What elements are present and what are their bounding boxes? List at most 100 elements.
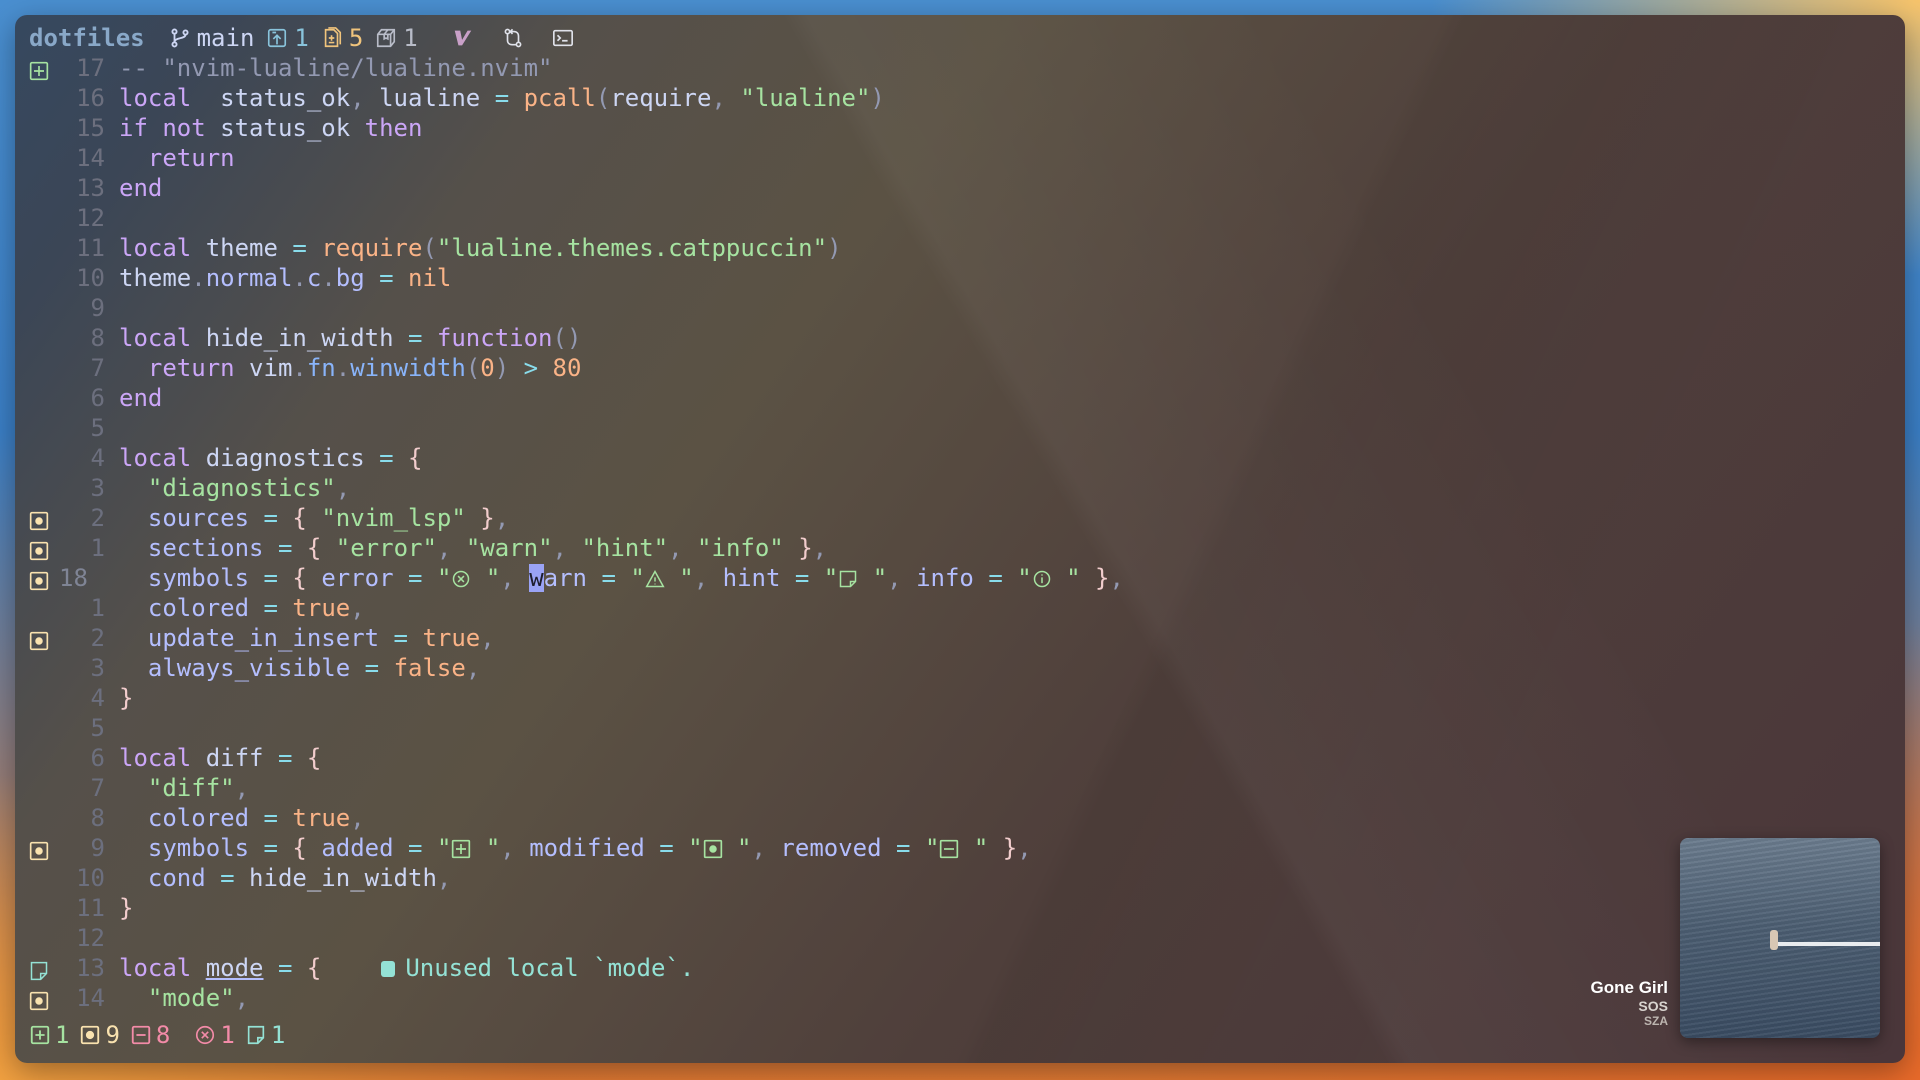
modified-sign-icon[interactable]	[29, 988, 49, 1011]
code-line[interactable]: 12	[15, 203, 1905, 233]
diagnostic-virtual-text: Unused local `mode`.	[381, 954, 694, 982]
pull-request-button[interactable]	[502, 27, 530, 49]
line-number: 11	[76, 894, 105, 922]
added-sign-icon[interactable]	[29, 58, 49, 81]
diagnostic-hints[interactable]: 1	[245, 1021, 285, 1049]
code-token: hint	[722, 564, 781, 592]
code-line[interactable]: 9	[15, 293, 1905, 323]
code-token: =	[277, 954, 293, 982]
code-line[interactable]: 8 local hide_in_width = function()	[15, 323, 1905, 353]
code-line[interactable]: 15 if not status_ok then	[15, 113, 1905, 143]
code-line[interactable]: 18 symbols = { error = " ", warn = " ", …	[15, 563, 1905, 593]
tmux-status-bar: dotfiles main 1 5 1	[29, 23, 592, 53]
code-line[interactable]: 6 local diff = {	[15, 743, 1905, 773]
code-token: =	[263, 594, 278, 622]
code-token: .	[292, 354, 307, 382]
code-token: winwidth	[350, 354, 466, 382]
code-text: always_visible = false,	[119, 653, 480, 683]
code-line[interactable]: 11 local theme = require("lualine.themes.…	[15, 233, 1905, 263]
code-token: =	[601, 564, 616, 592]
modified-count: 9	[105, 1021, 120, 1049]
code-line[interactable]: 1 colored = true,	[15, 593, 1905, 623]
terminal-window: dotfiles main 1 5 1 17 -- "nvim-lualine/l…	[15, 15, 1905, 1063]
code-line[interactable]: 4}	[15, 683, 1905, 713]
code-token: ()	[552, 324, 582, 352]
terminal-button[interactable]	[552, 27, 580, 49]
modified-sign-icon[interactable]	[29, 838, 49, 861]
hint-sign-icon[interactable]	[29, 958, 49, 981]
code-line[interactable]: 5	[15, 413, 1905, 443]
code-line[interactable]: 3 "diagnostics",	[15, 473, 1905, 503]
code-line[interactable]: 3 always_visible = false,	[15, 653, 1905, 683]
code-token: "	[471, 564, 501, 592]
line-number: 12	[76, 204, 105, 232]
code-token: end	[119, 174, 163, 202]
now-playing-widget[interactable]: Gone Girl SOS SZA	[1591, 838, 1880, 1038]
album-cover[interactable]	[1680, 838, 1880, 1038]
git-changed: 5	[321, 24, 363, 52]
line-number: 2	[90, 624, 105, 652]
code-line[interactable]: 17 -- "nvim-lualine/lualine.nvim"	[15, 53, 1905, 83]
code-line[interactable]: 13 end	[15, 173, 1905, 203]
modified-sign-icon[interactable]	[29, 508, 49, 531]
code-line[interactable]: 14 return	[15, 143, 1905, 173]
modified-sign-icon[interactable]	[29, 568, 49, 591]
code-line[interactable]: 10 theme.normal.c.bg = nil	[15, 263, 1905, 293]
code-token: "	[924, 834, 940, 862]
code-token: removed	[780, 834, 882, 862]
code-token: c	[306, 264, 322, 292]
code-token: ,	[480, 624, 495, 652]
diff-modified: 9	[79, 1021, 120, 1049]
code-line[interactable]: 7 return vim.fn.winwidth(0) > 80	[15, 353, 1905, 383]
code-token: }	[798, 534, 813, 562]
code-line[interactable]: 7 "diff",	[15, 773, 1905, 803]
code-token: =	[393, 624, 408, 652]
code-token: true	[422, 624, 481, 652]
code-token: (	[422, 234, 437, 262]
code-token: =	[263, 564, 278, 592]
code-line[interactable]: 4 local diagnostics = {	[15, 443, 1905, 473]
code-token: =	[379, 264, 394, 292]
code-line[interactable]: 8 colored = true,	[15, 803, 1905, 833]
code-token: )	[494, 354, 510, 382]
code-token: diagnostics	[191, 444, 380, 472]
error-count: 1	[220, 1021, 235, 1049]
modified-sign-icon[interactable]	[29, 628, 49, 651]
code-token: "info"	[697, 534, 784, 562]
code-line[interactable]: 16 local status_ok, lualine = pcall(requi…	[15, 83, 1905, 113]
git-branch[interactable]: main	[169, 24, 254, 52]
vim-indicator[interactable]	[452, 27, 480, 49]
line-number: 13	[76, 954, 105, 982]
code-token: "warn"	[465, 534, 553, 562]
code-token: "error"	[335, 534, 437, 562]
code-text: sections = { "error", "warn", "hint", "i…	[119, 533, 827, 563]
code-line[interactable]: 5	[15, 713, 1905, 743]
code-line[interactable]: 1 sections = { "error", "warn", "hint", …	[15, 533, 1905, 563]
code-token: local	[119, 234, 192, 262]
code-line[interactable]: 2 sources = { "nvim_lsp" },	[15, 503, 1905, 533]
modified-sign-icon[interactable]	[29, 538, 49, 561]
project-name[interactable]: dotfiles	[29, 24, 145, 52]
code-line[interactable]: 2 update_in_insert = true,	[15, 623, 1905, 653]
code-token: =	[277, 534, 293, 562]
code-token: local	[119, 444, 192, 472]
code-line[interactable]: 6 end	[15, 383, 1905, 413]
code-token: ,	[1017, 834, 1032, 862]
vim-icon	[454, 30, 471, 46]
code-token: normal	[205, 264, 293, 292]
code-text: local diagnostics = {	[119, 443, 422, 473]
code-token: "diff"	[147, 774, 235, 802]
diagnostic-errors[interactable]: 1	[194, 1021, 235, 1049]
